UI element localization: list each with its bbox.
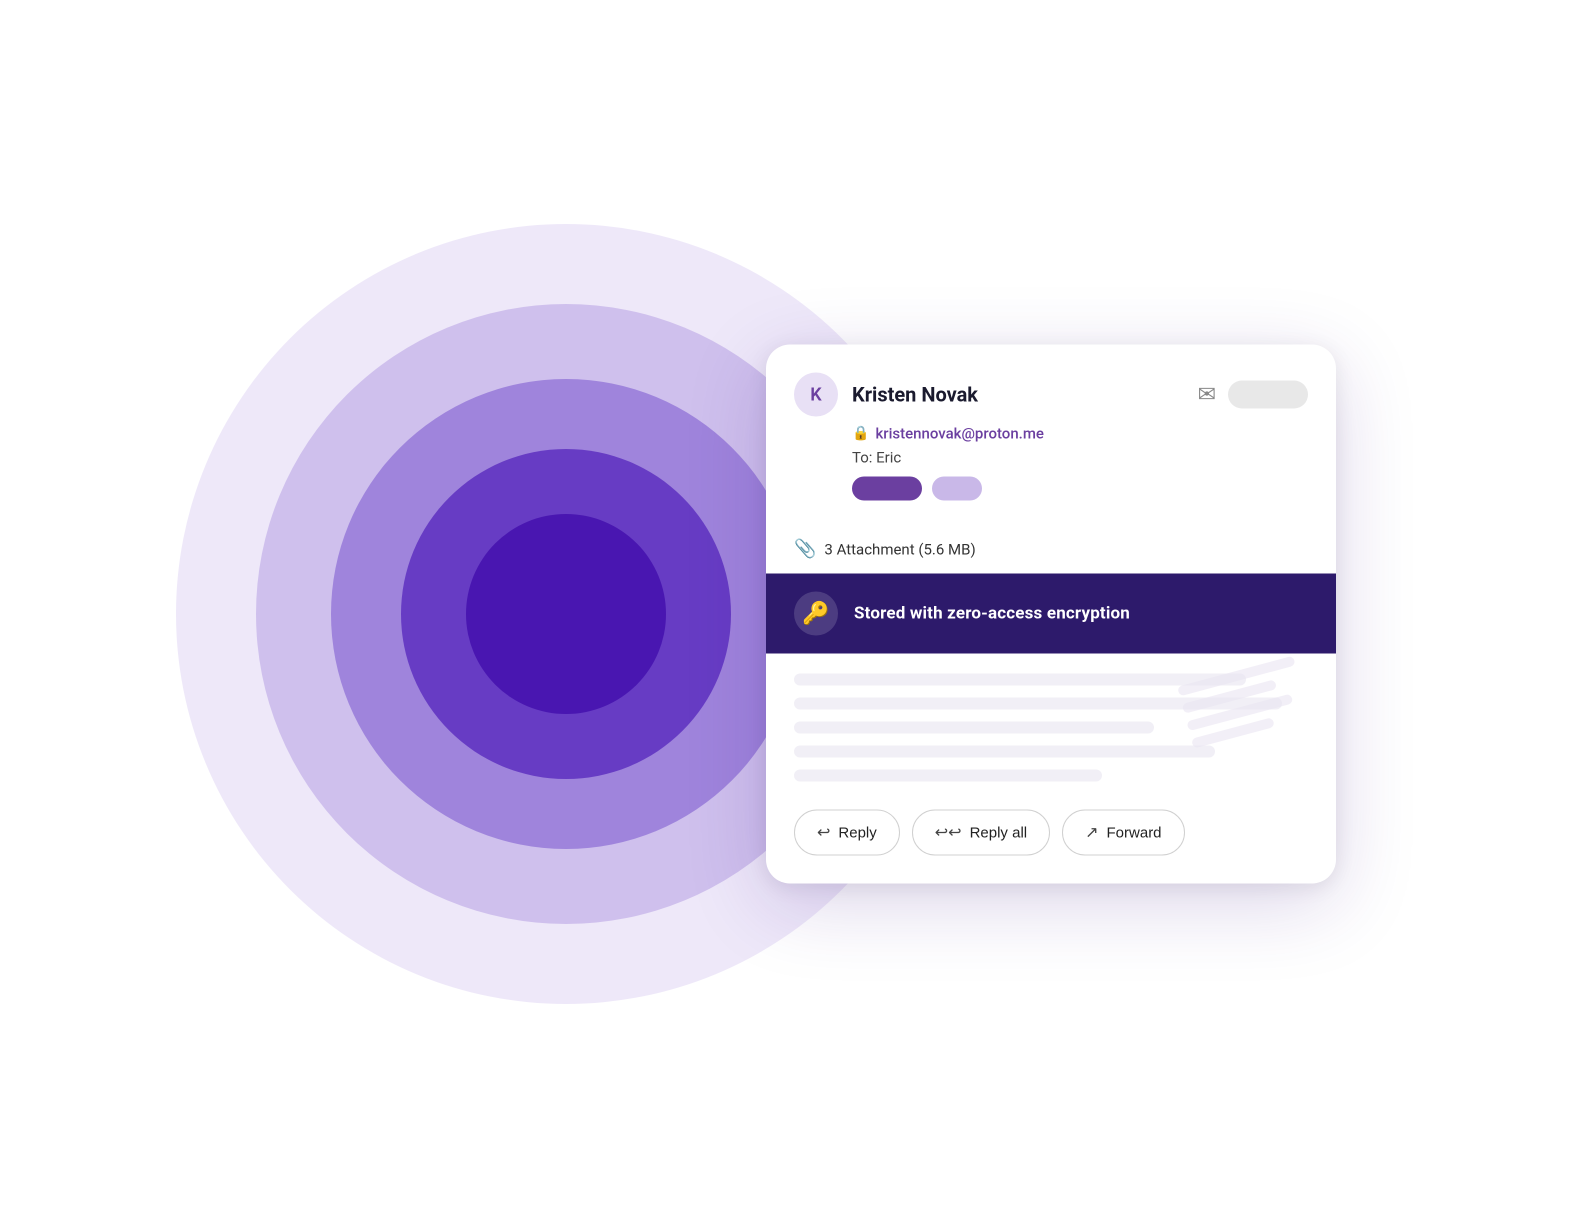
sender-left: K Kristen Novak xyxy=(794,373,978,417)
reply-button[interactable]: ↩ Reply xyxy=(794,810,900,856)
key-icon-wrapper: 🔑 xyxy=(794,592,838,636)
encryption-text: Stored with zero-access encryption xyxy=(854,604,1130,624)
encryption-banner: 🔑 Stored with zero-access encryption xyxy=(766,574,1336,654)
action-buttons: ↩ Reply ↩↩ Reply all ↗ Forward xyxy=(766,792,1336,884)
scene: K Kristen Novak ✉ 🔒 kristennovak@proton.… xyxy=(236,114,1336,1114)
skeleton-line-4 xyxy=(794,746,1215,758)
reply-all-label: Reply all xyxy=(970,824,1028,841)
email-body xyxy=(766,654,1336,792)
sender-email-row: 🔒 kristennovak@proton.me xyxy=(852,425,1308,443)
attachment-row: 📎 3 Attachment (5.6 MB) xyxy=(766,525,1336,574)
skeleton-line-1 xyxy=(794,674,1246,686)
avatar: K xyxy=(794,373,838,417)
attachment-icon: 📎 xyxy=(794,539,816,560)
to-row: To: Eric xyxy=(852,449,1308,467)
tag-pill-secondary xyxy=(932,477,982,501)
to-label: To: xyxy=(852,449,872,467)
attachment-label: 3 Attachment (5.6 MB) xyxy=(824,540,975,558)
sender-name: Kristen Novak xyxy=(852,383,978,407)
card-header: K Kristen Novak ✉ 🔒 kristennovak@proton.… xyxy=(766,345,1336,525)
to-name: Eric xyxy=(876,449,901,467)
key-icon: 🔑 xyxy=(802,601,829,626)
forward-label: Forward xyxy=(1107,824,1162,841)
reply-icon: ↩ xyxy=(817,823,830,843)
skeleton-line-2 xyxy=(794,698,1282,710)
skeleton-line-5 xyxy=(794,770,1102,782)
tags-row xyxy=(852,477,1308,501)
lock-icon: 🔒 xyxy=(852,426,869,442)
email-card: K Kristen Novak ✉ 🔒 kristennovak@proton.… xyxy=(766,345,1336,884)
circle-5 xyxy=(466,514,666,714)
reply-all-icon: ↩↩ xyxy=(935,823,962,843)
tag-pill-primary xyxy=(852,477,922,501)
sender-email: kristennovak@proton.me xyxy=(875,425,1044,443)
skeleton-line-3 xyxy=(794,722,1154,734)
header-actions: ✉ xyxy=(1198,381,1308,409)
sender-row: K Kristen Novak ✉ xyxy=(794,373,1308,417)
inbox-icon: ✉ xyxy=(1198,382,1216,407)
reply-label: Reply xyxy=(838,824,876,841)
header-pill xyxy=(1228,381,1308,409)
forward-button[interactable]: ↗ Forward xyxy=(1062,810,1184,856)
reply-all-button[interactable]: ↩↩ Reply all xyxy=(912,810,1050,856)
forward-icon: ↗ xyxy=(1085,823,1098,843)
